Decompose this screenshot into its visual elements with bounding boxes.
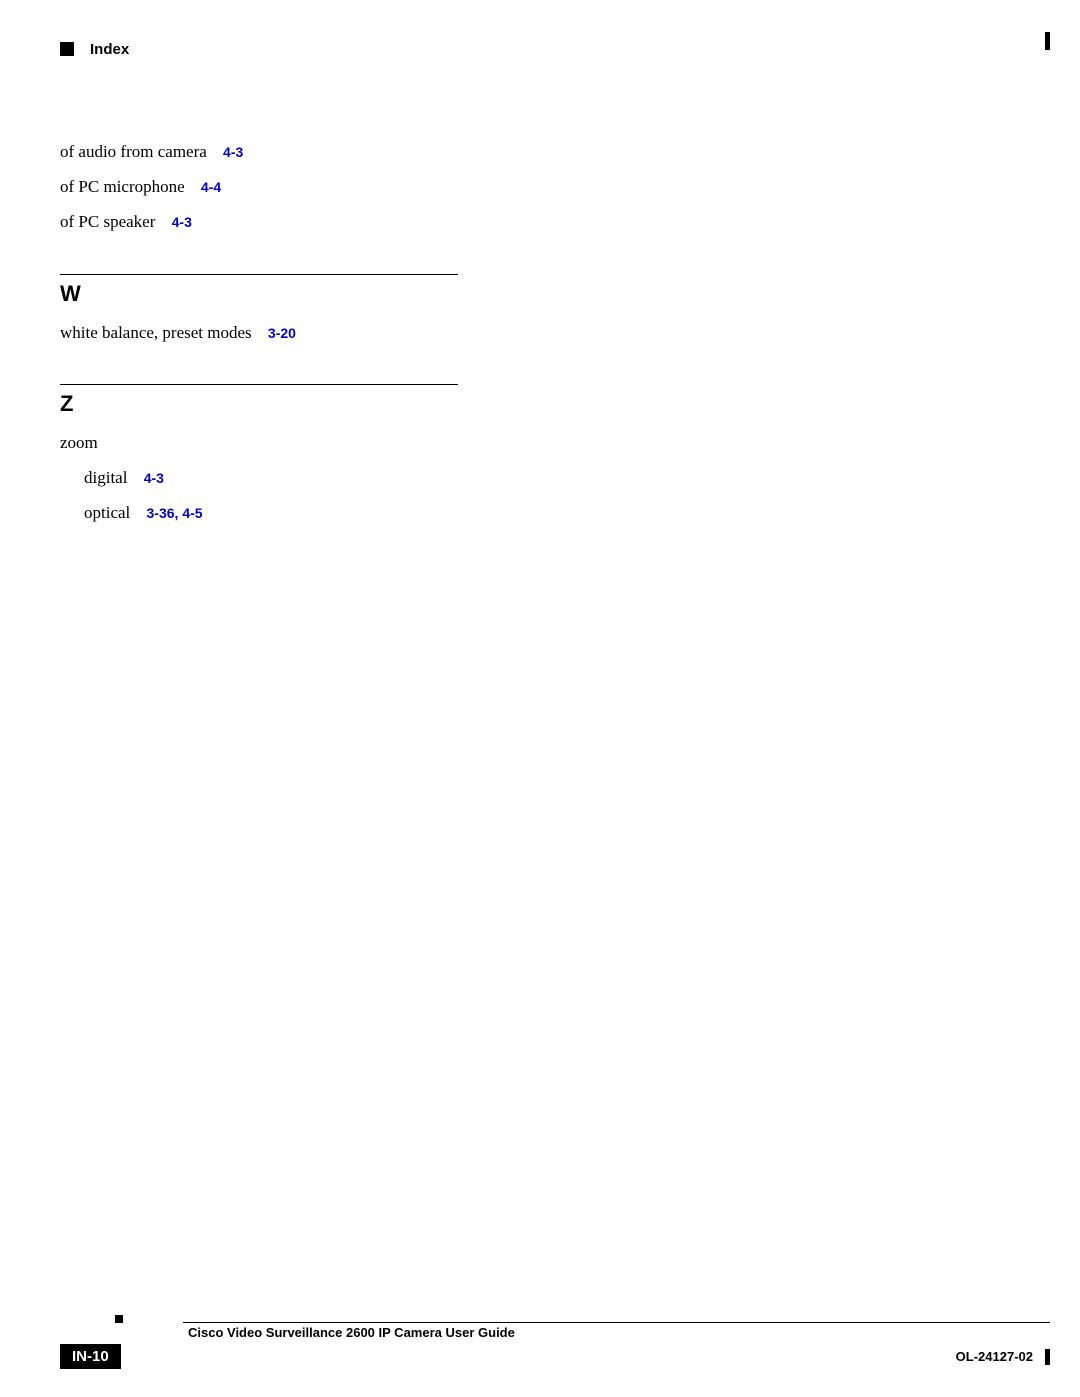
header-label: Index <box>90 41 129 58</box>
page-reference-link[interactable]: 4-4 <box>201 179 221 195</box>
section-divider <box>60 384 458 385</box>
page-footer: Cisco Video Surveillance 2600 IP Camera … <box>0 1315 1080 1369</box>
section-divider <box>60 274 458 275</box>
index-entry: of PC microphone 4-4 <box>60 173 540 200</box>
doc-number: OL-24127-02 <box>956 1349 1033 1364</box>
page-reference-link[interactable]: 4-3 <box>144 470 164 486</box>
footer-right-group: OL-24127-02 <box>956 1348 1050 1366</box>
page-reference-link[interactable]: 4-3 <box>223 144 243 160</box>
footer-bottom-row: IN-10 OL-24127-02 <box>60 1344 1050 1369</box>
crop-mark-icon <box>1045 1349 1050 1365</box>
entry-text: of PC speaker <box>60 212 155 231</box>
crop-mark-icon <box>1045 32 1050 50</box>
footer-title-row: Cisco Video Surveillance 2600 IP Camera … <box>60 1325 1050 1340</box>
footer-doc-title: Cisco Video Surveillance 2600 IP Camera … <box>188 1325 515 1340</box>
page-reference-link[interactable]: 3-36, 4-5 <box>147 505 203 521</box>
index-content: of audio from camera 4-3 of PC microphon… <box>0 138 540 526</box>
page-number: IN-10 <box>60 1344 121 1369</box>
footer-rule-row <box>60 1315 1050 1323</box>
page-reference-link[interactable]: 4-3 <box>172 214 192 230</box>
entry-text: optical <box>84 503 130 522</box>
index-subentry: digital 4-3 <box>60 464 540 491</box>
entry-text: digital <box>84 468 127 487</box>
footer-square-icon <box>115 1315 123 1323</box>
document-page: Index of audio from camera 4-3 of PC mic… <box>0 0 1080 1397</box>
section-letter-w: W <box>60 281 540 307</box>
page-reference-link[interactable]: 3-20 <box>268 325 296 341</box>
intro-block: of audio from camera 4-3 of PC microphon… <box>60 138 540 236</box>
header-square-icon <box>60 42 74 56</box>
page-header: Index <box>0 40 1080 58</box>
index-entry: of PC speaker 4-3 <box>60 208 540 235</box>
index-entry: of audio from camera 4-3 <box>60 138 540 165</box>
entry-text: zoom <box>60 433 98 452</box>
index-entry: white balance, preset modes 3-20 <box>60 319 540 346</box>
entry-text: of audio from camera <box>60 142 207 161</box>
entry-text: of PC microphone <box>60 177 185 196</box>
footer-rule <box>183 1322 1050 1323</box>
index-entry: zoom <box>60 429 540 456</box>
entry-text: white balance, preset modes <box>60 323 252 342</box>
section-letter-z: Z <box>60 391 540 417</box>
index-subentry: optical 3-36, 4-5 <box>60 499 540 526</box>
